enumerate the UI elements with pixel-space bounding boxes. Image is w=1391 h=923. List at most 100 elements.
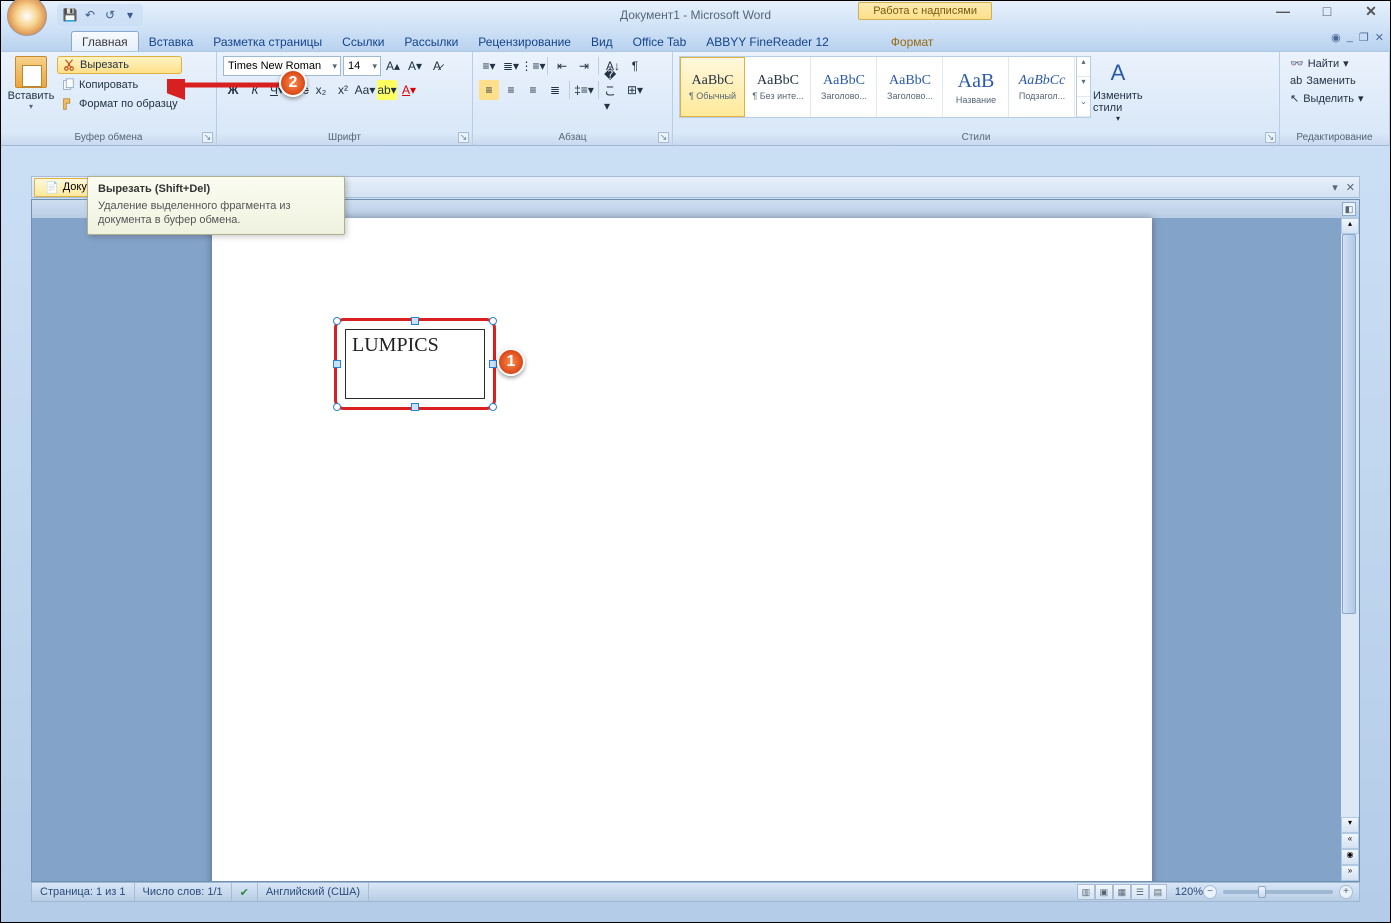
view-print-layout-icon[interactable]: ▥ — [1077, 884, 1095, 900]
view-draft-icon[interactable]: ▤ — [1149, 884, 1167, 900]
tab-page-layout[interactable]: Разметка страницы — [203, 32, 332, 51]
format-painter-button[interactable]: Формат по образцу — [57, 96, 182, 112]
tab-references[interactable]: Ссылки — [332, 32, 394, 51]
highlight-icon[interactable]: ab▾ — [377, 80, 397, 100]
scroll-up-icon[interactable]: ▴ — [1341, 218, 1359, 234]
zoom-level[interactable]: 120% — [1175, 886, 1203, 898]
font-size-combo[interactable]: 14 — [343, 56, 381, 76]
tab-insert[interactable]: Вставка — [139, 32, 204, 51]
tab-office-tab[interactable]: Office Tab — [623, 32, 697, 51]
prev-page-icon[interactable]: « — [1341, 833, 1359, 849]
scroll-thumb[interactable] — [1342, 234, 1356, 614]
resize-handle[interactable] — [489, 360, 497, 368]
page[interactable]: LUMPICS — [212, 218, 1152, 882]
tab-home[interactable]: Главная — [71, 31, 139, 51]
numbering-icon[interactable]: ≣▾ — [501, 56, 521, 76]
style-no-spacing[interactable]: AaBbC¶ Без инте... — [746, 57, 811, 117]
font-dialog-launcher[interactable]: ↘ — [458, 132, 469, 143]
bullets-icon[interactable]: ≡▾ — [479, 56, 499, 76]
font-color-icon[interactable]: A▾ — [399, 80, 419, 100]
select-button[interactable]: ↖Выделить▾ — [1286, 91, 1368, 106]
clear-formatting-icon[interactable]: A̷ — [427, 56, 447, 76]
gallery-up-icon[interactable]: ▴ — [1077, 57, 1090, 77]
justify-icon[interactable]: ≣ — [545, 80, 565, 100]
change-case-icon[interactable]: Aa▾ — [355, 80, 375, 100]
ruler-toggle-icon[interactable]: ◧ — [1342, 202, 1356, 216]
style-title[interactable]: AaBНазвание — [944, 57, 1009, 117]
superscript-icon[interactable]: x² — [333, 80, 353, 100]
mdi-restore-icon[interactable]: ❐ — [1359, 31, 1369, 44]
view-outline-icon[interactable]: ☰ — [1131, 884, 1149, 900]
resize-handle[interactable] — [411, 317, 419, 325]
tabstrip-dropdown-icon[interactable]: ▾ — [1332, 181, 1338, 194]
replace-button[interactable]: abЗаменить — [1286, 74, 1368, 88]
resize-handle[interactable] — [333, 403, 341, 411]
style-heading1[interactable]: AaBbCЗаголово... — [812, 57, 877, 117]
zoom-slider[interactable] — [1223, 890, 1333, 894]
close-button[interactable]: ✕ — [1358, 3, 1384, 20]
tabstrip-close-icon[interactable]: ✕ — [1346, 181, 1355, 194]
gallery-more-icon[interactable]: ⌄ — [1077, 97, 1090, 117]
borders-icon[interactable]: ⊞▾ — [625, 80, 645, 100]
status-proofing[interactable]: ✔ — [232, 883, 258, 901]
view-full-screen-icon[interactable]: ▣ — [1095, 884, 1113, 900]
scroll-down-icon[interactable]: ▾ — [1341, 817, 1359, 833]
zoom-slider-thumb[interactable] — [1258, 886, 1266, 898]
grow-font-icon[interactable]: A▴ — [383, 56, 403, 76]
line-spacing-icon[interactable]: ‡≡▾ — [574, 80, 594, 100]
textbox-selection[interactable]: LUMPICS — [334, 318, 496, 410]
paste-dropdown-icon[interactable]: ▾ — [29, 102, 33, 111]
next-page-icon[interactable]: » — [1341, 865, 1359, 881]
mdi-minimize-icon[interactable]: _ — [1347, 31, 1353, 44]
shrink-font-icon[interactable]: A▾ — [405, 56, 425, 76]
status-language[interactable]: Английский (США) — [258, 883, 369, 901]
decrease-indent-icon[interactable]: ⇤ — [552, 56, 572, 76]
resize-handle[interactable] — [411, 403, 419, 411]
tab-review[interactable]: Рецензирование — [468, 32, 581, 51]
vertical-scrollbar[interactable]: ▴ ▾ « ◉ » — [1341, 218, 1359, 881]
browse-object-icon[interactable]: ◉ — [1341, 849, 1359, 865]
show-marks-icon[interactable]: ¶ — [625, 56, 645, 76]
tab-mailings[interactable]: Рассылки — [394, 32, 468, 51]
style-heading2[interactable]: AaBbCЗаголово... — [878, 57, 943, 117]
change-styles-button[interactable]: A Изменить стили ▾ — [1091, 56, 1145, 125]
subscript-icon[interactable]: x₂ — [311, 80, 331, 100]
status-word-count[interactable]: Число слов: 1/1 — [135, 883, 232, 901]
textbox[interactable]: LUMPICS — [345, 329, 485, 399]
tab-format[interactable]: Формат — [881, 32, 944, 51]
tab-view[interactable]: Вид — [581, 32, 623, 51]
mdi-close-icon[interactable]: ✕ — [1375, 31, 1384, 44]
increase-indent-icon[interactable]: ⇥ — [574, 56, 594, 76]
style-normal[interactable]: AaBbC¶ Обычный — [680, 57, 745, 117]
minimize-button[interactable]: — — [1270, 3, 1296, 20]
zoom-out-button[interactable]: − — [1203, 885, 1217, 899]
align-right-icon[interactable]: ≡ — [523, 80, 543, 100]
save-icon[interactable]: 💾 — [61, 6, 79, 24]
paragraph-dialog-launcher[interactable]: ↘ — [658, 132, 669, 143]
zoom-in-button[interactable]: + — [1339, 885, 1353, 899]
textbox-content[interactable]: LUMPICS — [346, 330, 484, 361]
qat-dropdown-icon[interactable]: ▾ — [121, 6, 139, 24]
resize-handle[interactable] — [489, 403, 497, 411]
align-left-icon[interactable]: ≡ — [479, 80, 499, 100]
paste-button[interactable]: Вставить — [8, 90, 55, 102]
style-subtitle[interactable]: AaBbCcПодзагол... — [1010, 57, 1075, 117]
resize-handle[interactable] — [489, 317, 497, 325]
multilevel-icon[interactable]: ⋮≡▾ — [523, 56, 543, 76]
paste-icon[interactable] — [15, 56, 47, 88]
tab-abbyy[interactable]: ABBYY FineReader 12 — [696, 32, 839, 51]
gallery-down-icon[interactable]: ▾ — [1077, 77, 1090, 97]
redo-icon[interactable]: ↺ — [101, 6, 119, 24]
copy-button[interactable]: Копировать — [57, 77, 182, 93]
view-web-icon[interactable]: ▦ — [1113, 884, 1131, 900]
shading-icon[interactable]: �こ▾ — [603, 80, 623, 100]
styles-dialog-launcher[interactable]: ↘ — [1265, 132, 1276, 143]
help-icon[interactable]: ◉ — [1331, 31, 1341, 44]
maximize-button[interactable]: □ — [1314, 3, 1340, 20]
status-page[interactable]: Страница: 1 из 1 — [32, 883, 135, 901]
resize-handle[interactable] — [333, 317, 341, 325]
resize-handle[interactable] — [333, 360, 341, 368]
clipboard-dialog-launcher[interactable]: ↘ — [202, 132, 213, 143]
align-center-icon[interactable]: ≡ — [501, 80, 521, 100]
find-button[interactable]: 👓Найти▾ — [1286, 56, 1368, 71]
